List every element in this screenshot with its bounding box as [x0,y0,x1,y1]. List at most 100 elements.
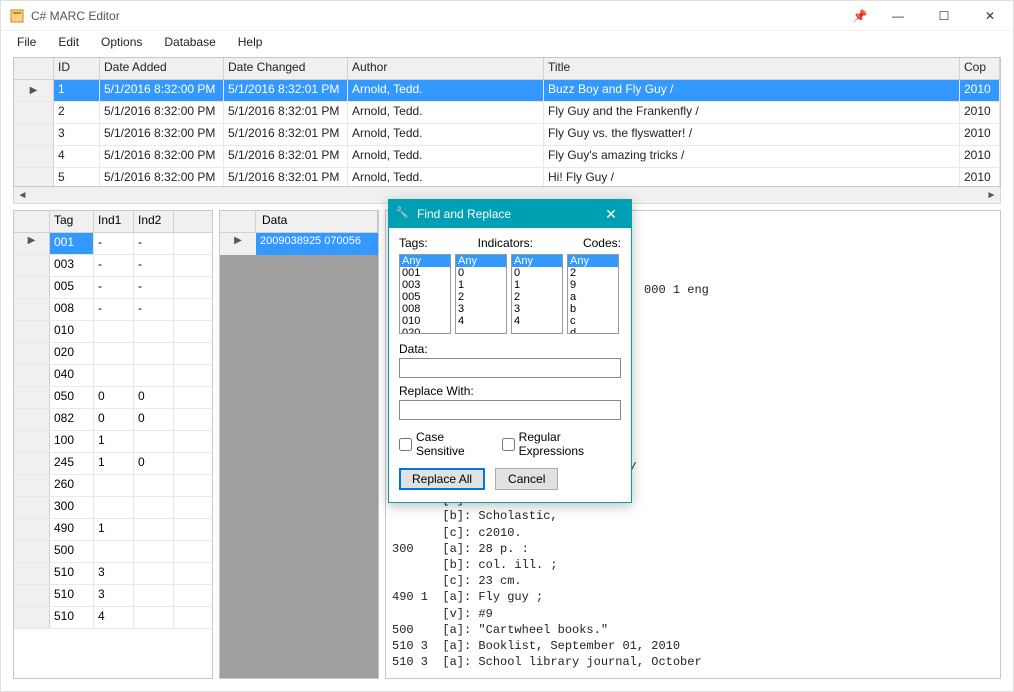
list-option[interactable]: 4 [456,315,506,327]
cell-date-changed[interactable]: 5/1/2016 8:32:01 PM [224,146,348,167]
list-option[interactable]: 010 [400,315,450,327]
ind1-cell[interactable]: 3 [94,563,134,584]
cell-cop[interactable]: 2010 [960,168,1000,186]
ind2-cell[interactable]: 0 [134,387,174,408]
ind2-cell[interactable] [134,497,174,518]
ind1-cell[interactable]: 3 [94,585,134,606]
tag-row[interactable]: 300 [14,497,212,519]
ind2-cell[interactable]: - [134,255,174,276]
cell-date-added[interactable]: 5/1/2016 8:32:00 PM [100,124,224,145]
cell-cop[interactable]: 2010 [960,146,1000,167]
ind1-cell[interactable]: 1 [94,453,134,474]
ind1-cell[interactable] [94,497,134,518]
dialog-close-button[interactable]: ✕ [591,206,631,223]
list-option[interactable]: 2 [456,291,506,303]
cell-date-changed[interactable]: 5/1/2016 8:32:01 PM [224,168,348,186]
ind1-cell[interactable] [94,343,134,364]
grid-row[interactable]: 35/1/2016 8:32:00 PM5/1/2016 8:32:01 PMA… [14,124,1000,146]
replace-with-input[interactable] [399,400,621,420]
tag-cell[interactable]: 100 [50,431,94,452]
menu-help[interactable]: Help [228,33,273,51]
grid-row[interactable]: 45/1/2016 8:32:00 PM5/1/2016 8:32:01 PMA… [14,146,1000,168]
maximize-button[interactable]: ☐ [921,1,967,31]
col-title[interactable]: Title [544,58,960,79]
cell-id[interactable]: 3 [54,124,100,145]
list-option[interactable]: 1 [512,279,562,291]
ind1-cell[interactable]: 4 [94,607,134,628]
list-option[interactable]: 3 [456,303,506,315]
menu-edit[interactable]: Edit [48,33,89,51]
tag-cell[interactable]: 245 [50,453,94,474]
cell-date-added[interactable]: 5/1/2016 8:32:00 PM [100,168,224,186]
ind2-cell[interactable] [134,519,174,540]
cell-date-changed[interactable]: 5/1/2016 8:32:01 PM [224,80,348,101]
list-option[interactable]: 008 [400,303,450,315]
list-option[interactable]: b [568,303,618,315]
cell-id[interactable]: 1 [54,80,100,101]
list-option[interactable]: Any [512,255,562,267]
cell-id[interactable]: 2 [54,102,100,123]
list-option[interactable]: 005 [400,291,450,303]
list-option[interactable]: Any [456,255,506,267]
ind1-cell[interactable]: - [94,255,134,276]
tag-row[interactable]: 260 [14,475,212,497]
cell-title[interactable]: Fly Guy's amazing tricks / [544,146,960,167]
ind2-listbox[interactable]: Any01234 [511,254,563,334]
scroll-left-icon[interactable]: ◄ [14,190,31,201]
cell-date-added[interactable]: 5/1/2016 8:32:00 PM [100,146,224,167]
menu-file[interactable]: File [7,33,46,51]
ind2-cell[interactable] [134,563,174,584]
cell-title[interactable]: Buzz Boy and Fly Guy / [544,80,960,101]
cell-id[interactable]: 4 [54,146,100,167]
tag-row[interactable]: 05000 [14,387,212,409]
ind2-cell[interactable]: - [134,299,174,320]
tag-cell[interactable]: 050 [50,387,94,408]
list-option[interactable]: 0 [512,267,562,279]
minimize-button[interactable]: — [875,1,921,31]
tag-cell[interactable]: 260 [50,475,94,496]
dialog-titlebar[interactable]: 🔧 Find and Replace ✕ [389,200,631,228]
tag-row[interactable]: 08200 [14,409,212,431]
tag-cell[interactable]: 005 [50,277,94,298]
col-cop[interactable]: Cop [960,58,1000,79]
tag-row[interactable]: 1001 [14,431,212,453]
ind1-cell[interactable]: - [94,277,134,298]
tag-row[interactable]: 4901 [14,519,212,541]
tag-col-ind1[interactable]: Ind1 [94,211,134,232]
tag-row[interactable]: 020 [14,343,212,365]
ind2-cell[interactable] [134,607,174,628]
list-option[interactable]: 2 [512,291,562,303]
tag-col-ind2[interactable]: Ind2 [134,211,174,232]
pin-icon[interactable]: 📌 [845,9,875,23]
list-option[interactable]: 0 [456,267,506,279]
tag-row[interactable]: ▶001-- [14,233,212,255]
ind1-cell[interactable] [94,475,134,496]
tag-cell[interactable]: 082 [50,409,94,430]
ind2-cell[interactable]: 0 [134,453,174,474]
cancel-button[interactable]: Cancel [495,468,558,490]
tag-cell[interactable]: 510 [50,607,94,628]
cell-date-changed[interactable]: 5/1/2016 8:32:01 PM [224,102,348,123]
data-input[interactable] [399,358,621,378]
tag-cell[interactable]: 510 [50,563,94,584]
cell-cop[interactable]: 2010 [960,80,1000,101]
cell-author[interactable]: Arnold, Tedd. [348,102,544,123]
ind1-cell[interactable]: - [94,233,134,254]
ind1-cell[interactable]: 1 [94,519,134,540]
data-col-header[interactable]: Data [256,211,378,232]
ind1-listbox[interactable]: Any01234 [455,254,507,334]
ind1-cell[interactable]: 1 [94,431,134,452]
col-date-changed[interactable]: Date Changed [224,58,348,79]
ind2-cell[interactable]: - [134,277,174,298]
cell-author[interactable]: Arnold, Tedd. [348,80,544,101]
ind1-cell[interactable] [94,541,134,562]
list-option[interactable]: 1 [456,279,506,291]
scroll-right-icon[interactable]: ► [983,190,1000,201]
tag-row[interactable]: 500 [14,541,212,563]
ind2-cell[interactable]: - [134,233,174,254]
close-button[interactable]: ✕ [967,1,1013,31]
ind1-cell[interactable] [94,321,134,342]
ind2-cell[interactable] [134,541,174,562]
tag-row[interactable]: 5103 [14,563,212,585]
list-option[interactable]: 2 [568,267,618,279]
